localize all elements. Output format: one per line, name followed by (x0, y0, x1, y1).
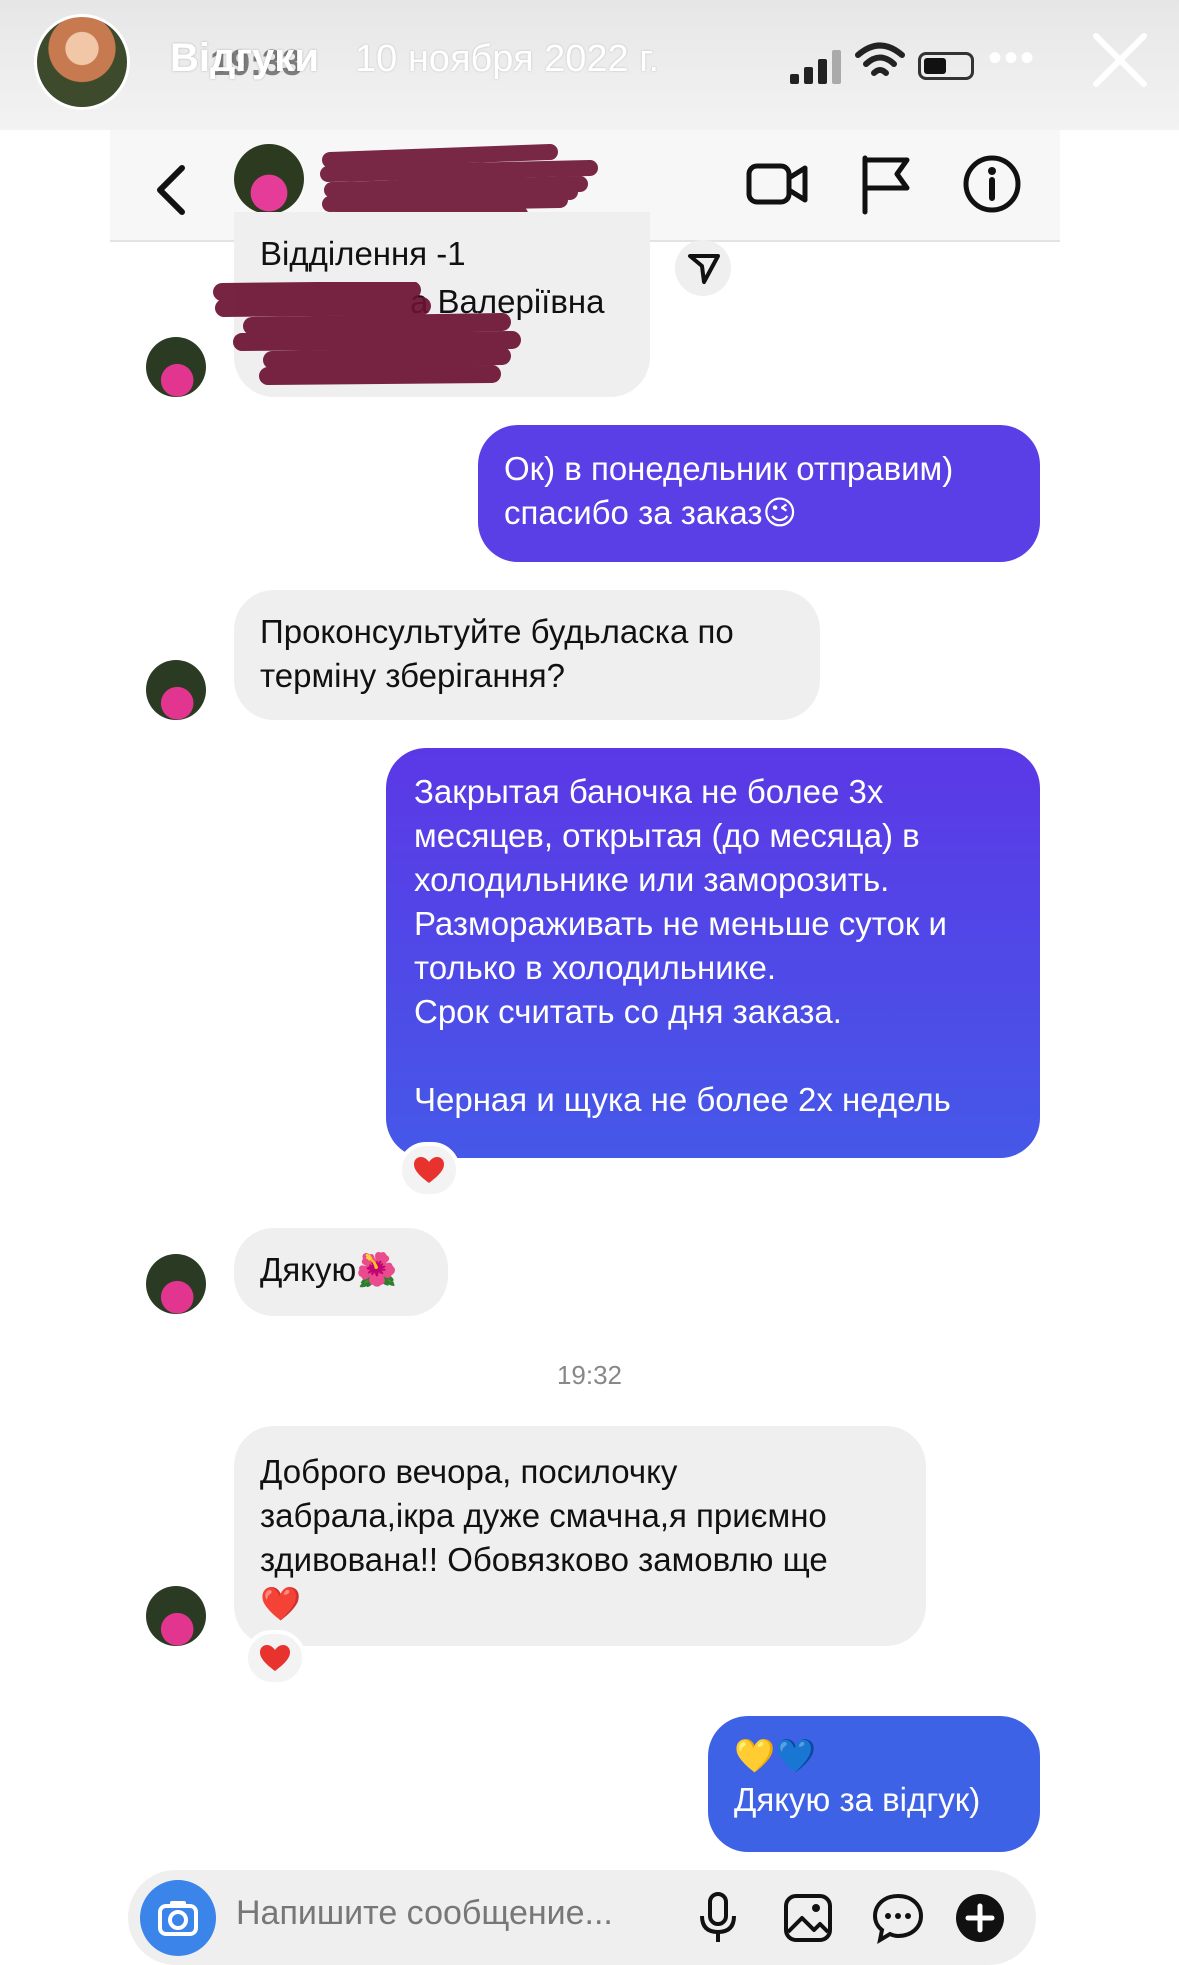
wifi-icon (855, 42, 905, 76)
story-title: Відгуки (170, 36, 319, 80)
back-icon[interactable] (150, 160, 190, 220)
message-outgoing[interactable]: 💛💙 Дякую за відгук) (708, 1716, 1040, 1852)
video-call-icon[interactable] (745, 152, 809, 216)
battery-icon (918, 52, 974, 80)
add-icon[interactable] (950, 1888, 1010, 1948)
camera-icon (158, 1901, 198, 1936)
more-icon[interactable]: ••• (988, 36, 1036, 81)
message-composer[interactable]: Напишите сообщение... (128, 1870, 1036, 1965)
message-text: Відділення -1 (260, 235, 466, 272)
contact-avatar[interactable] (146, 1254, 206, 1314)
sticker-icon[interactable] (868, 1888, 928, 1948)
message-outgoing[interactable]: Ок) в понедельник отправим) спасибо за з… (478, 425, 1040, 562)
message-incoming[interactable]: Доброго вечора, посилочку забрала,ікра д… (234, 1426, 926, 1646)
message-outgoing[interactable]: Закрытая баночка не более 3х месяцев, от… (386, 748, 1040, 1158)
contact-avatar[interactable] (146, 660, 206, 720)
heart-reaction[interactable] (244, 1630, 306, 1686)
contact-avatar[interactable] (146, 337, 206, 397)
timestamp: 19:32 (556, 1360, 623, 1390)
microphone-icon[interactable] (688, 1888, 748, 1948)
contact-avatar[interactable] (234, 144, 304, 214)
message-incoming[interactable]: Відділення -1 а Валеріївна (213, 212, 650, 397)
message-input[interactable]: Напишите сообщение... (236, 1894, 613, 1933)
gallery-icon[interactable] (778, 1888, 838, 1948)
info-icon[interactable] (960, 152, 1024, 216)
signal-icon (790, 50, 841, 84)
redaction-mark (213, 282, 521, 385)
story-date: 10 ноября 2022 г. (355, 38, 659, 80)
story-header: 19:33 Відгуки 10 ноября 2022 г. ••• (0, 0, 1179, 130)
contact-avatar[interactable] (146, 1586, 206, 1646)
message-incoming[interactable]: Дякую🌺 (234, 1228, 448, 1316)
close-icon[interactable] (1090, 30, 1150, 90)
camera-button[interactable] (140, 1880, 216, 1956)
heart-reaction[interactable] (398, 1142, 460, 1198)
share-icon[interactable] (672, 240, 734, 296)
heart-icon (260, 1645, 290, 1671)
heart-icon (414, 1157, 444, 1183)
message-incoming[interactable]: Проконсультуйте будьласка по терміну збе… (234, 590, 820, 720)
story-avatar[interactable] (34, 14, 130, 110)
flag-icon[interactable] (855, 152, 919, 216)
